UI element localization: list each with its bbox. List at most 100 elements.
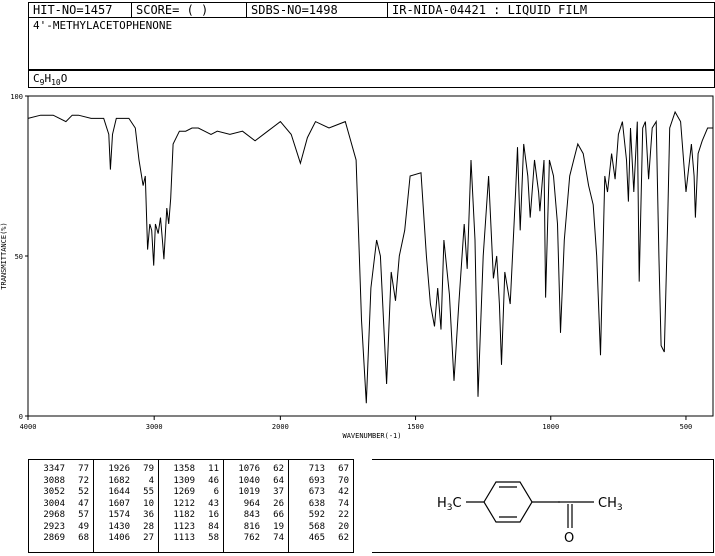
peak-row: 638 74 xyxy=(295,499,349,511)
formula-box: C9H10O xyxy=(28,70,715,88)
peak-row: 1358 11 xyxy=(165,464,219,476)
peak-column: 1926 79 1682 4 1644 55 1607 10 1574 36 1430 28 1406 2… xyxy=(94,460,159,552)
peak-row: 1607 10 xyxy=(100,499,154,511)
peak-row: 843 66 xyxy=(230,510,284,522)
peak-transmittance: 6 xyxy=(213,487,219,497)
molecular-formula: C9H10O xyxy=(33,72,68,88)
peak-transmittance: 20 xyxy=(338,521,349,532)
peak-wavenumber: 2869 xyxy=(43,533,65,543)
x-tick-label: 4000 xyxy=(20,423,37,431)
peak-transmittance: 64 xyxy=(273,475,284,486)
peak-wavenumber: 1182 xyxy=(173,510,195,520)
peak-row: 1644 55 xyxy=(100,487,154,499)
peak-wavenumber: 3088 xyxy=(43,475,65,486)
peak-wavenumber: 1076 xyxy=(238,464,260,474)
methyl-group-left: H3C xyxy=(437,496,462,513)
peak-wavenumber: 713 xyxy=(308,464,325,474)
benzene-ring xyxy=(483,481,533,523)
peak-transmittance: 43 xyxy=(208,498,219,509)
peak-wavenumber: 465 xyxy=(308,533,325,543)
peak-transmittance: 68 xyxy=(78,533,89,543)
peak-transmittance: 28 xyxy=(143,521,154,532)
peak-wavenumber: 1682 xyxy=(108,475,130,486)
peak-transmittance: 10 xyxy=(143,498,154,509)
peak-row: 1682 4 xyxy=(100,476,154,488)
peak-wavenumber: 1309 xyxy=(173,475,195,486)
peak-transmittance: 16 xyxy=(208,510,219,520)
peak-transmittance: 72 xyxy=(78,475,89,486)
peak-row: 1926 79 xyxy=(100,464,154,476)
peak-row: 465 62 xyxy=(295,533,349,545)
peak-row: 673 42 xyxy=(295,487,349,499)
peak-row: 2869 68 xyxy=(35,533,89,545)
peak-row: 1406 27 xyxy=(100,533,154,545)
peak-transmittance: 74 xyxy=(273,533,284,543)
peak-row: 964 26 xyxy=(230,499,284,511)
peak-transmittance: 79 xyxy=(143,464,154,474)
peak-wavenumber: 2923 xyxy=(43,521,65,532)
x-tick-label: 1500 xyxy=(407,423,424,431)
peak-row: 1113 58 xyxy=(165,533,219,545)
peak-row: 1123 84 xyxy=(165,522,219,534)
peak-wavenumber: 1113 xyxy=(173,533,195,543)
peak-transmittance: 11 xyxy=(208,464,219,474)
peak-transmittance: 42 xyxy=(338,487,349,497)
peak-row: 693 70 xyxy=(295,476,349,488)
peak-transmittance: 62 xyxy=(338,533,349,543)
structure-box: H3C O CH3 xyxy=(372,459,714,553)
peak-row: 1309 46 xyxy=(165,476,219,488)
plot-frame xyxy=(27,95,714,417)
peak-row: 1430 28 xyxy=(100,522,154,534)
peak-column: 3347 77 3088 72 3052 52 3004 47 2968 57 2923 49 2869… xyxy=(29,460,94,552)
peak-wavenumber: 1574 xyxy=(108,510,130,520)
peak-transmittance: 57 xyxy=(78,510,89,520)
y-tick-label: 0 xyxy=(19,413,23,421)
peak-transmittance: 19 xyxy=(273,521,284,532)
peak-wavenumber: 1269 xyxy=(173,487,195,497)
peak-wavenumber: 816 xyxy=(243,521,260,532)
peak-row: 1212 43 xyxy=(165,499,219,511)
peak-row: 762 74 xyxy=(230,533,284,545)
peak-wavenumber: 638 xyxy=(308,498,325,509)
y-tick-label: 100 xyxy=(10,93,23,101)
peak-row: 592 22 xyxy=(295,510,349,522)
peak-row: 713 67 xyxy=(295,464,349,476)
ir-spectrum-chart: 4000 3000 2000 1500 1000 500 0 50 100 WAVENUMBER… xyxy=(0,93,714,440)
peak-row: 3088 72 xyxy=(35,476,89,488)
peak-column: 713 67 693 70 673 42 638 74 592 22 568 20 465 62 xyxy=(289,460,353,552)
x-tick-label: 2000 xyxy=(272,423,289,431)
peak-wavenumber: 693 xyxy=(308,475,325,486)
peak-wavenumber: 1212 xyxy=(173,498,195,509)
methyl-group-right: CH3 xyxy=(598,496,623,513)
peak-wavenumber: 3004 xyxy=(43,498,65,509)
peak-transmittance: 47 xyxy=(78,498,89,509)
peak-wavenumber: 964 xyxy=(243,498,260,509)
peak-transmittance: 27 xyxy=(143,533,154,543)
molecule-structure: H3C O CH3 xyxy=(437,481,623,546)
x-tick-label: 500 xyxy=(680,423,693,431)
peak-row: 3004 47 xyxy=(35,499,89,511)
peak-row: 816 19 xyxy=(230,522,284,534)
peak-wavenumber: 673 xyxy=(308,487,325,497)
peak-wavenumber: 843 xyxy=(243,510,260,520)
peak-row: 1019 37 xyxy=(230,487,284,499)
peak-wavenumber: 568 xyxy=(308,521,325,532)
peak-transmittance: 22 xyxy=(338,510,349,520)
peak-wavenumber: 762 xyxy=(243,533,260,543)
peak-transmittance: 49 xyxy=(78,521,89,532)
peak-transmittance: 74 xyxy=(338,498,349,509)
ir-code: IR-NIDA-04421 : LIQUID FILM xyxy=(392,3,588,17)
peak-transmittance: 67 xyxy=(338,464,349,474)
peak-column: 1358 11 1309 46 1269 6 1212 43 1182 16 1123 84 1113 5… xyxy=(159,460,224,552)
peak-row: 568 20 xyxy=(295,522,349,534)
x-axis-label: WAVENUMBER(-1) xyxy=(342,432,401,440)
compound-name-box: 4'-METHYLACETOPHENONE xyxy=(28,17,715,70)
peak-wavenumber: 1607 xyxy=(108,498,130,509)
peak-wavenumber: 1644 xyxy=(108,487,130,497)
peak-row: 1574 36 xyxy=(100,510,154,522)
y-tick-label: 50 xyxy=(15,253,23,261)
peak-wavenumber: 1019 xyxy=(238,487,260,497)
peak-wavenumber: 1406 xyxy=(108,533,130,543)
peak-row: 3052 52 xyxy=(35,487,89,499)
hit-number: HIT-NO=1457 xyxy=(29,3,132,17)
